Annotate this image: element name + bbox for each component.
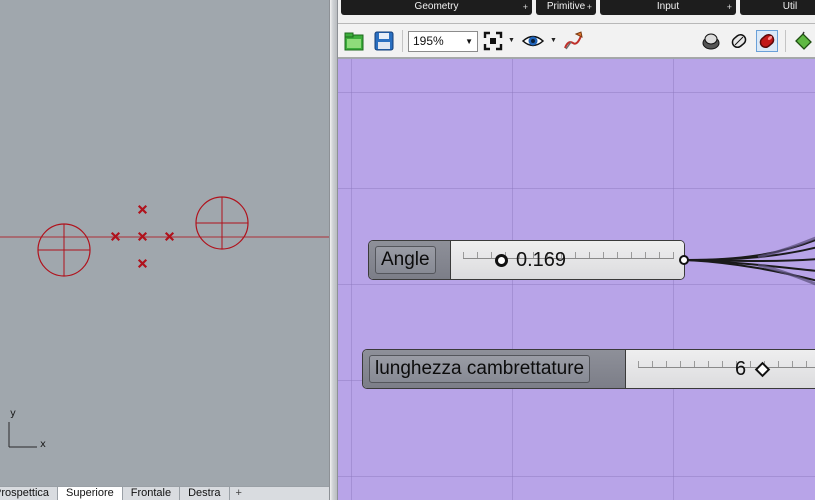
category-util-label: Util bbox=[782, 1, 798, 12]
sketch-pen-icon bbox=[564, 31, 583, 50]
tab-prospettica[interactable]: Prospettica bbox=[0, 487, 59, 500]
preview-selected-button[interactable] bbox=[756, 30, 778, 52]
axis-y-label: y bbox=[10, 408, 16, 419]
save-file-button[interactable] bbox=[373, 30, 395, 52]
preview-shaded-button[interactable] bbox=[700, 30, 722, 52]
slider-rail bbox=[638, 361, 815, 368]
tab-superiore[interactable]: Superiore bbox=[58, 487, 123, 500]
category-input[interactable]: Input + bbox=[600, 0, 736, 15]
zoom-extents-dropdown-icon[interactable]: ▼ bbox=[508, 37, 515, 44]
number-slider-lunghezza-cambrettature[interactable]: lunghezza cambrettature 6 bbox=[362, 349, 815, 389]
slider-track[interactable]: 6 bbox=[626, 350, 815, 388]
category-primitive[interactable]: Primitive + bbox=[536, 0, 596, 15]
rhino-viewport-superiore[interactable]: y x bbox=[0, 0, 329, 486]
zoom-extents-button[interactable] bbox=[482, 30, 504, 52]
point-bottom bbox=[137, 258, 148, 269]
paint-bucket-button[interactable] bbox=[793, 30, 815, 52]
zoom-level-select[interactable]: 195% ▼ bbox=[408, 31, 478, 52]
paint-bucket-icon bbox=[795, 31, 812, 50]
zoom-extents-icon bbox=[483, 31, 503, 51]
zoom-level-value: 195% bbox=[413, 34, 444, 48]
category-input-label: Input bbox=[656, 1, 680, 12]
canvas-toolbar: 195% ▼ ▼ ▼ bbox=[338, 24, 815, 58]
open-file-button[interactable] bbox=[343, 30, 365, 52]
preview-dropdown-icon[interactable]: ▼ bbox=[550, 37, 557, 44]
slider-lunghezza-label: lunghezza cambrettature bbox=[369, 355, 591, 383]
slider-angle-value: 0.169 bbox=[516, 249, 567, 271]
expand-icon: + bbox=[522, 2, 528, 12]
expand-icon: + bbox=[726, 2, 732, 12]
save-file-icon bbox=[374, 31, 394, 51]
grasshopper-canvas[interactable]: Angle 0.169 lunghezza cambrettature 6 bbox=[338, 59, 815, 500]
circle-left[interactable] bbox=[37, 223, 91, 277]
circle-right[interactable] bbox=[195, 196, 249, 250]
slider-lunghezza-value: 6 bbox=[735, 358, 747, 380]
slider-track[interactable]: 0.169 bbox=[451, 241, 684, 279]
toolbar-separator bbox=[785, 30, 786, 52]
expand-icon: + bbox=[586, 2, 592, 12]
grasshopper-window: Geometry + Primitive + Input + Util 195%… bbox=[338, 0, 815, 500]
sketch-button[interactable] bbox=[562, 30, 584, 52]
slider-name-tag[interactable]: lunghezza cambrettature bbox=[363, 350, 626, 388]
open-file-icon bbox=[344, 32, 364, 51]
preview-button[interactable] bbox=[522, 30, 544, 52]
axis-x-label: x bbox=[40, 439, 46, 450]
axis-widget bbox=[8, 422, 37, 448]
slider-name-tag[interactable]: Angle bbox=[369, 241, 451, 279]
preview-wireframe-icon bbox=[731, 33, 747, 49]
preview-shaded-icon bbox=[702, 33, 720, 50]
toolbar-separator bbox=[402, 30, 403, 52]
preview-eye-icon bbox=[522, 35, 544, 47]
category-geometry-label: Geometry bbox=[414, 1, 459, 12]
window-splitter[interactable] bbox=[329, 0, 338, 500]
slider-angle-label: Angle bbox=[375, 246, 436, 274]
tab-destra[interactable]: Destra bbox=[180, 487, 230, 500]
category-geometry[interactable]: Geometry + bbox=[341, 0, 532, 15]
category-util[interactable]: Util bbox=[740, 0, 815, 15]
component-category-bar: Geometry + Primitive + Input + Util bbox=[338, 0, 815, 24]
preview-wireframe-button[interactable] bbox=[728, 30, 750, 52]
point-top bbox=[137, 204, 148, 215]
add-viewport-tab-button[interactable]: + bbox=[230, 487, 248, 500]
slider-grip-handle[interactable] bbox=[495, 254, 508, 267]
category-primitive-label: Primitive bbox=[546, 1, 586, 12]
tab-frontale[interactable]: Frontale bbox=[123, 487, 181, 500]
number-slider-angle[interactable]: Angle 0.169 bbox=[368, 240, 685, 280]
chevron-down-icon: ▼ bbox=[465, 37, 473, 46]
slider-output-port[interactable] bbox=[679, 255, 689, 265]
viewport-geometry bbox=[0, 196, 329, 448]
preview-selected-icon bbox=[759, 33, 775, 49]
viewport-tabs: Prospettica Superiore Frontale Destra + bbox=[0, 486, 329, 500]
